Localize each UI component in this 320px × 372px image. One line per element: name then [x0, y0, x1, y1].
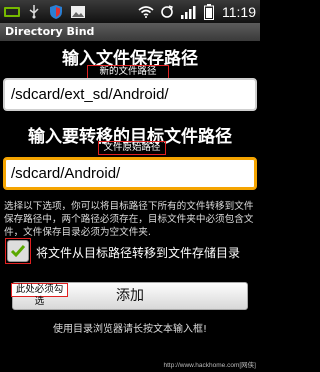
- wifi-icon: [138, 5, 154, 19]
- nvidia-icon: [4, 5, 20, 19]
- checkbox-highlight-box: [5, 238, 31, 264]
- clock: 11:19: [222, 3, 256, 20]
- hint-text: 使用目录浏览器请长按文本输入框!: [52, 324, 207, 335]
- new-path-annotation: 新的文件路径: [87, 65, 169, 79]
- original-path-annotation: 文件原始路径: [98, 141, 166, 155]
- battery-icon: [201, 3, 217, 20]
- save-path-input[interactable]: /sdcard/ext_sd/Android/: [3, 78, 257, 111]
- status-bar: 11:19: [0, 0, 260, 23]
- usb-icon: [26, 4, 42, 19]
- image-icon: [70, 5, 86, 19]
- app-title: Directory Bind: [0, 23, 260, 41]
- target-path-input[interactable]: /sdcard/Android/: [3, 157, 257, 190]
- must-check-annotation: 此处必须勾选: [11, 283, 68, 307]
- sync-icon: [159, 4, 175, 19]
- transfer-files-label[interactable]: 将文件从目标路径转移到文件存储目录: [36, 244, 240, 261]
- signal-icon: [180, 5, 196, 19]
- shield-icon: [48, 4, 64, 19]
- watermark: http://www.hackhome.com[网侠]: [163, 362, 256, 369]
- description-text: 选择以下选项，你可以将目标路径下所有的文件转移到文件保存路径中，两个路径必须存在…: [4, 201, 254, 238]
